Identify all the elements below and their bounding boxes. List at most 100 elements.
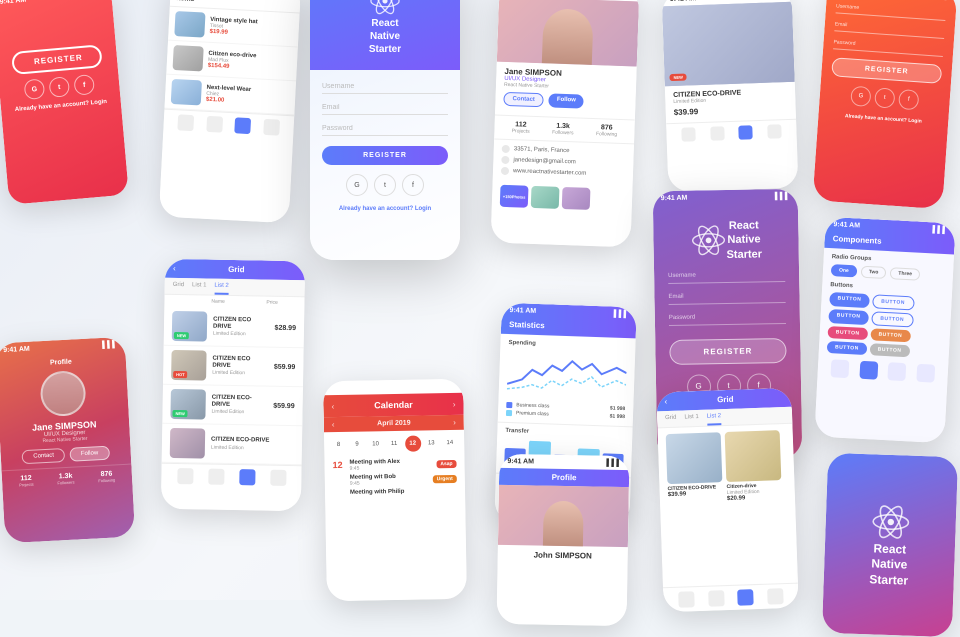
radio-one[interactable]: One bbox=[831, 264, 857, 277]
cal-date-14[interactable]: 14 bbox=[442, 435, 458, 451]
grid-tab-list2[interactable]: List 2 bbox=[214, 279, 229, 295]
cal-event-2[interactable]: Meeting wit Bob 9:45 Urgent bbox=[350, 473, 457, 487]
twitter-btn-white[interactable]: t bbox=[374, 174, 396, 196]
bl-follow-btn[interactable]: Follow bbox=[70, 446, 110, 462]
grid-br-tab-grid[interactable]: Grid bbox=[665, 411, 677, 427]
email-input-white[interactable] bbox=[322, 101, 448, 115]
grid-br-nav-1[interactable] bbox=[678, 591, 695, 608]
shop-nav-icon-4[interactable] bbox=[263, 119, 280, 136]
grid-br-tab-list2[interactable]: List 2 bbox=[707, 409, 722, 425]
cal-event-3[interactable]: Meeting with Philip bbox=[350, 488, 457, 496]
grid-br-item-2[interactable]: Citizen-drive Limited Edition $20.99 bbox=[725, 430, 782, 502]
grid-item-1[interactable]: NEW CITIZEN ECO DRIVE Limited Edition $2… bbox=[164, 307, 305, 348]
cal-prev[interactable]: ‹ bbox=[331, 402, 334, 411]
comp-buttons: BUTTON BUTTON BUTTON BUTTON BUTTON BUTTO… bbox=[827, 292, 944, 359]
chart-transfer-label: Transfer bbox=[505, 428, 624, 438]
comp-btn-gray[interactable]: BUTTON bbox=[869, 343, 909, 357]
cal-month-prev[interactable]: ‹ bbox=[332, 420, 335, 429]
rp-facebook-btn[interactable]: f bbox=[898, 89, 919, 110]
comp-btn-orange[interactable]: BUTTON bbox=[870, 328, 910, 342]
phone-grid-bottom: ‹ Grid Grid List 1 List 2 Name Price NEW… bbox=[161, 259, 305, 511]
comp-nav-3[interactable] bbox=[888, 362, 907, 381]
grid-item-2[interactable]: HOT CITIZEN ECO DRIVE Limited Edition $5… bbox=[163, 346, 304, 387]
register-red-button[interactable]: REGISTER bbox=[11, 44, 103, 75]
twitter-btn-red[interactable]: t bbox=[48, 76, 70, 98]
cal-date-11[interactable]: 11 bbox=[386, 436, 402, 452]
cal-month-next[interactable]: › bbox=[453, 418, 456, 427]
facebook-btn-red[interactable]: f bbox=[73, 74, 95, 96]
grid-br-nav-4[interactable] bbox=[767, 588, 784, 605]
grid-br-tab-list1[interactable]: List 1 bbox=[684, 410, 699, 426]
grid-back-icon[interactable]: ‹ bbox=[173, 264, 176, 273]
comp-btn-pink[interactable]: BUTTON bbox=[828, 326, 868, 340]
rp2-register-btn[interactable]: REGISTER bbox=[669, 338, 786, 365]
rp-register-btn[interactable]: REGISTER bbox=[831, 57, 942, 84]
google-btn-red[interactable]: G bbox=[24, 78, 46, 100]
cal-tag-urgent: Urgent bbox=[433, 475, 457, 483]
comp-nav-1[interactable] bbox=[831, 359, 850, 378]
shop-nav-icon-2[interactable] bbox=[206, 116, 223, 133]
shop-img-wear bbox=[171, 79, 202, 106]
grid-nav-2[interactable] bbox=[208, 469, 224, 485]
eco-nav-4[interactable] bbox=[767, 124, 781, 138]
contact-btn-center[interactable]: Contact bbox=[503, 92, 544, 107]
photo-thumb-3 bbox=[562, 187, 591, 210]
grid-item-info-1: CITIZEN ECO DRIVE Limited Edition bbox=[213, 316, 269, 337]
phone-grid-small-top: 9:41 AM ▌▌▌ Items Vintage style hat Tiss… bbox=[159, 0, 301, 223]
comp-btn-blue-3[interactable]: BUTTON bbox=[827, 341, 867, 355]
grid-br-nav bbox=[663, 583, 799, 613]
rp-social: G t f bbox=[829, 84, 940, 112]
cal-date-8[interactable]: 8 bbox=[330, 437, 346, 453]
grid-item-4[interactable]: CITIZEN ECO-DRIVE Limited Edition bbox=[162, 424, 303, 465]
cal-date-9[interactable]: 9 bbox=[349, 437, 365, 453]
social-row-red: G t f bbox=[24, 74, 95, 100]
grid-nav-4[interactable] bbox=[270, 470, 286, 486]
bl-contact-btn[interactable]: Contact bbox=[22, 448, 65, 464]
eco-nav-2[interactable] bbox=[710, 126, 724, 140]
cal-next[interactable]: › bbox=[453, 399, 456, 408]
grid-item-3[interactable]: NEW CITIZEN ECO-DRIVE Limited Edition $5… bbox=[162, 385, 303, 426]
stat-projects: 112 Projects bbox=[512, 121, 531, 135]
cal-date-12[interactable]: 12 bbox=[405, 436, 421, 452]
phone-rns-br: React Native Starter bbox=[822, 453, 958, 637]
comp-nav-4[interactable] bbox=[916, 364, 935, 383]
grid-br-nav-2[interactable] bbox=[708, 590, 725, 607]
comp-btn-outline-1[interactable]: BUTTON bbox=[872, 294, 914, 310]
grid-item-info-4: CITIZEN ECO-DRIVE Limited Edition bbox=[211, 437, 288, 452]
grid-tab-list1[interactable]: List 1 bbox=[192, 278, 207, 294]
shop-nav-icon-1[interactable] bbox=[178, 114, 195, 131]
grid-br-nav-3[interactable] bbox=[738, 589, 755, 606]
username-input-white[interactable] bbox=[322, 80, 448, 94]
comp-nav-2[interactable] bbox=[859, 361, 878, 380]
comp-title: Components bbox=[832, 234, 946, 249]
grid-tab-grid[interactable]: Grid bbox=[173, 278, 185, 294]
comp-btn-blue-1[interactable]: BUTTON bbox=[829, 292, 869, 308]
eco-nav-3[interactable] bbox=[739, 125, 753, 139]
web-icon bbox=[501, 167, 509, 175]
grid-nav-1[interactable] bbox=[177, 468, 193, 484]
comp-radio-group: One Two Three bbox=[831, 264, 945, 282]
rp-google-btn[interactable]: G bbox=[850, 86, 871, 107]
eco-nav-1[interactable] bbox=[682, 127, 696, 141]
comp-btn-blue-2[interactable]: BUTTON bbox=[828, 309, 868, 325]
grid-nav-3[interactable] bbox=[239, 469, 255, 485]
password-input-white[interactable] bbox=[322, 122, 448, 136]
google-btn-white[interactable]: G bbox=[346, 174, 368, 196]
cal-date-10[interactable]: 10 bbox=[367, 436, 383, 452]
rp-twitter-btn[interactable]: t bbox=[874, 87, 895, 108]
phone-calendar: 9:41 AM ▌▌▌ ‹ Calendar › ‹ April 2019 › … bbox=[323, 379, 467, 601]
phone-profile-bl: 9:41 AM ▌▌▌ Profile Jane SIMPSON UI/UX D… bbox=[0, 337, 135, 544]
follow-btn-center[interactable]: Follow bbox=[549, 93, 584, 108]
radio-three[interactable]: Three bbox=[890, 267, 920, 281]
comp-btn-outline-2[interactable]: BUTTON bbox=[871, 311, 913, 327]
facebook-btn-white[interactable]: f bbox=[402, 174, 424, 196]
grid-br-item-1[interactable]: CITIZEN ECO-DRIVE $39.99 bbox=[666, 432, 723, 504]
register-btn-white[interactable]: REGISTER bbox=[322, 146, 448, 165]
cal-event-1[interactable]: Meeting with Alex 9:45 Asap bbox=[349, 458, 456, 472]
cal-header: ‹ Calendar › bbox=[323, 393, 463, 417]
shop-nav-icon-3[interactable] bbox=[235, 117, 252, 134]
radio-two[interactable]: Two bbox=[860, 266, 886, 279]
grid-br-back[interactable]: ‹ bbox=[664, 397, 667, 406]
shop-info-1: Vintage style hat Tissot $19.99 bbox=[209, 16, 293, 38]
cal-date-13[interactable]: 13 bbox=[423, 435, 439, 451]
